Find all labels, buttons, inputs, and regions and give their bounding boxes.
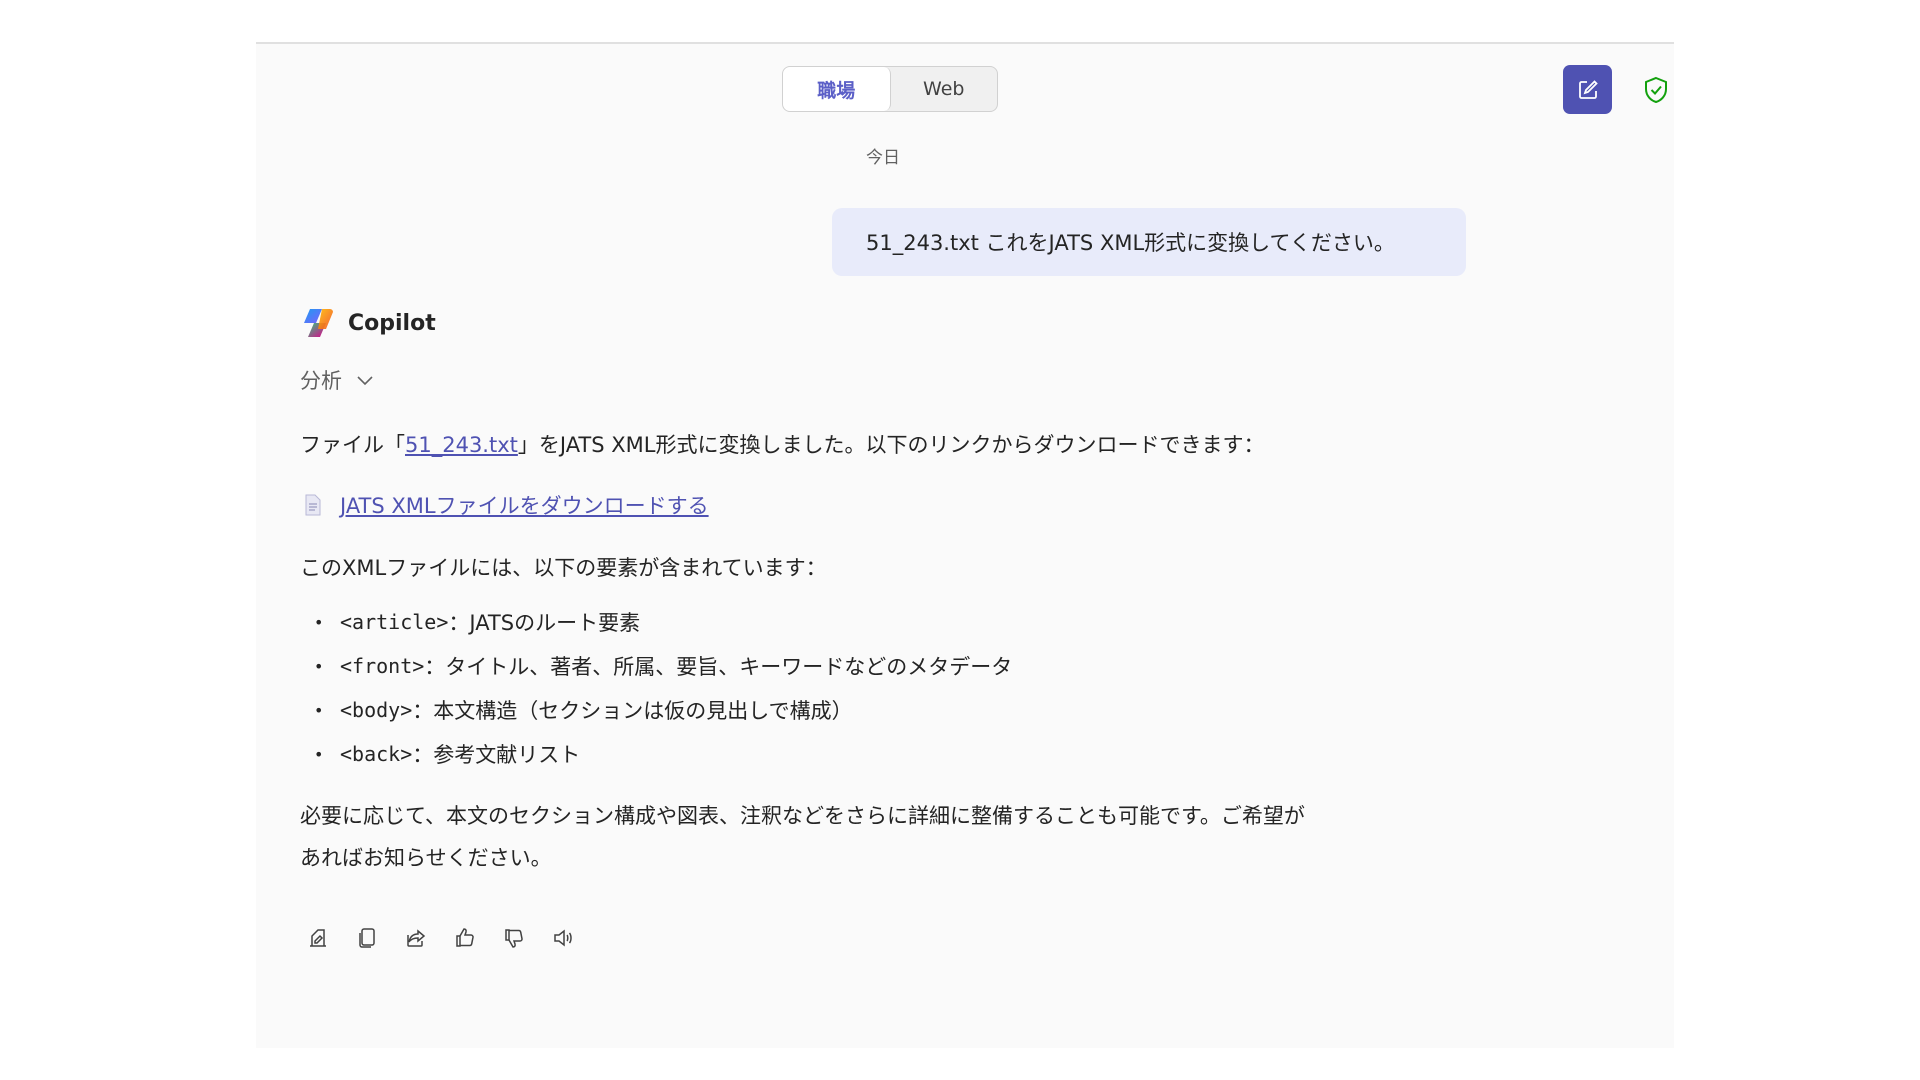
list-item: • <article> ：JATSのルート要素 [300, 600, 1012, 644]
message-actions [304, 924, 598, 952]
chevron-down-icon [357, 376, 373, 386]
elements-intro: このXMLファイルには、以下の要素が含まれています： [300, 556, 827, 580]
file-link[interactable]: 51_243.txt [405, 433, 518, 457]
response-intro: ファイル「51_243.txt」をJATS XML形式に変換しました。以下のリン… [300, 429, 1264, 459]
read-aloud-icon [554, 929, 572, 947]
user-message: 51_243.txt これをJATS XML形式に変換してください。 [832, 208, 1466, 276]
like-button[interactable] [451, 924, 479, 952]
chat-panel [256, 42, 1674, 1048]
element-tag: <front> [340, 654, 425, 678]
download-link[interactable]: JATS XMLファイルをダウンロードする [340, 490, 709, 520]
bullet: • [314, 612, 324, 632]
list-item: • <body> ：本文構造（セクションは仮の見出しで構成） [300, 688, 1012, 732]
edit-in-pages-button[interactable] [304, 924, 332, 952]
element-desc: ：JATSのルート要素 [448, 611, 641, 635]
new-chat-button[interactable] [1563, 65, 1612, 114]
read-aloud-button[interactable] [549, 924, 577, 952]
copy-icon [359, 928, 375, 948]
element-tag: <article> [340, 610, 449, 634]
toggle-work[interactable]: 職場 [783, 67, 891, 111]
bullet: • [314, 744, 324, 764]
analysis-expander[interactable]: 分析 [300, 365, 374, 395]
date-label: 今日 [866, 148, 900, 168]
element-desc: ：参考文献リスト [412, 743, 581, 767]
toggle-web[interactable]: Web [891, 67, 998, 111]
shield-check-icon[interactable] [1643, 76, 1669, 104]
share-button[interactable] [402, 924, 430, 952]
bullet: • [314, 656, 324, 676]
thumbs-up-icon [456, 928, 474, 947]
analysis-label: 分析 [300, 369, 342, 393]
response-closing: 必要に応じて、本文のセクション構成や図表、注釈などをさらに詳細に整備することも可… [300, 795, 1305, 879]
element-desc: ：タイトル、著者、所属、要旨、キーワードなどのメタデータ [424, 655, 1013, 679]
thumbs-down-icon [505, 929, 523, 948]
element-tag: <body> [340, 698, 413, 722]
dislike-button[interactable] [500, 924, 528, 952]
element-list: • <article> ：JATSのルート要素 • <front> ：タイトル、著者、所… [300, 600, 1012, 776]
closing-line-1: 必要に応じて、本文のセクション構成や図表、注釈などをさらに詳細に整備することも可… [300, 804, 1305, 828]
assistant-name: Copilot [348, 310, 436, 336]
assistant-header: Copilot [300, 306, 436, 340]
element-tag: <back> [340, 742, 413, 766]
closing-line-2: あればお知らせください。 [300, 846, 552, 870]
element-desc: ：本文構造（セクションは仮の見出しで構成） [412, 699, 853, 723]
compose-icon [1578, 79, 1598, 99]
copy-button[interactable] [353, 924, 381, 952]
list-item: • <front> ：タイトル、著者、所属、要旨、キーワードなどのメタデータ [300, 644, 1012, 688]
scope-toggle[interactable]: 職場 Web [782, 66, 998, 112]
bullet: • [314, 700, 324, 720]
list-item: • <back> ：参考文献リスト [300, 732, 1012, 776]
download-row: JATS XMLファイルをダウンロードする [304, 490, 709, 520]
edit-in-pages-icon [310, 929, 326, 947]
document-icon [305, 494, 321, 516]
intro-suffix: 」をJATS XML形式に変換しました。以下のリンクからダウンロードできます： [517, 433, 1265, 457]
share-icon [407, 929, 426, 947]
intro-prefix: ファイル「 [300, 433, 405, 457]
copilot-logo-icon [304, 309, 333, 337]
